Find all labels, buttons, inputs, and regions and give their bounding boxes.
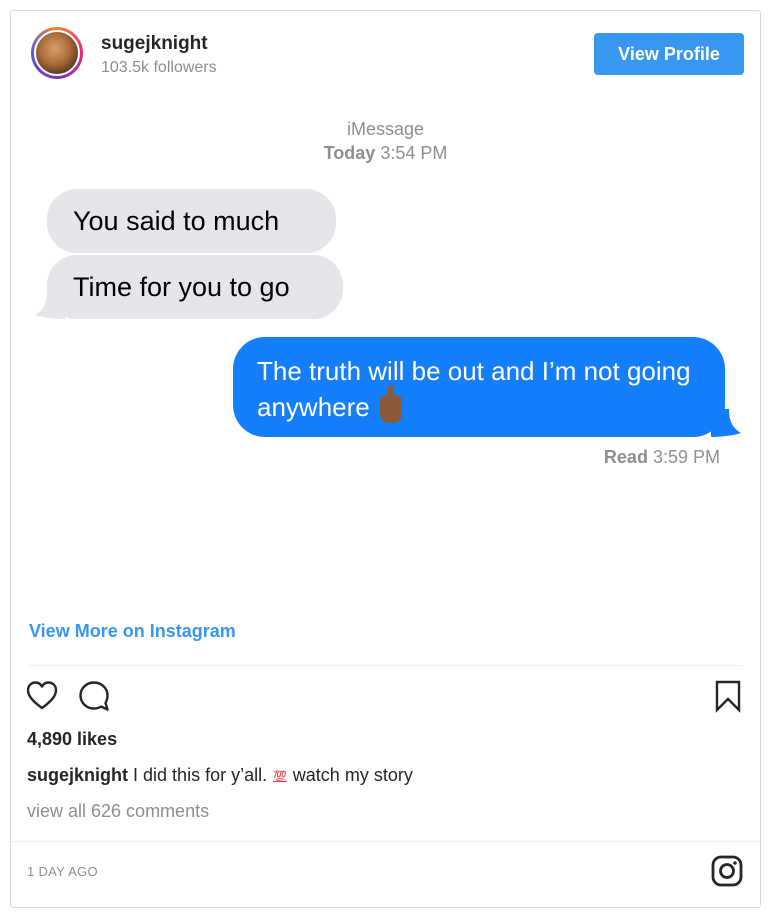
post-header: sugejknight 103.5k followers View Profil…	[11, 11, 760, 91]
imessage-screenshot: iMessage Today 3:54 PM You said to much …	[11, 91, 760, 621]
avatar-image	[34, 30, 80, 76]
bubble-tail-left	[35, 291, 65, 319]
view-more-on-instagram-link[interactable]: View More on Instagram	[29, 621, 236, 642]
view-all-comments-link[interactable]: view all 626 comments	[27, 801, 209, 822]
message-text: You said to much	[73, 205, 280, 236]
hundred-emoji: 💯	[273, 770, 287, 783]
divider	[29, 665, 742, 666]
instagram-embed-card: sugejknight 103.5k followers View Profil…	[10, 10, 761, 908]
read-receipt: Read 3:59 PM	[604, 447, 720, 468]
follower-count: 103.5k followers	[101, 59, 217, 76]
username[interactable]: sugejknight	[101, 33, 208, 55]
bubble-tail-right	[711, 409, 741, 437]
incoming-message-bubble: You said to much	[47, 189, 336, 253]
post-timestamp: 1 DAY AGO	[27, 864, 98, 879]
heart-icon[interactable]	[25, 679, 59, 713]
message-timestamp: Today 3:54 PM	[11, 143, 760, 164]
middle-finger-emoji	[379, 385, 402, 424]
read-time: 3:59 PM	[652, 447, 720, 467]
message-text: Time for you to go	[73, 271, 290, 302]
timestamp-day: Today	[323, 143, 376, 163]
view-profile-button[interactable]: View Profile	[594, 33, 744, 75]
incoming-message-bubble: Time for you to go	[47, 255, 343, 319]
caption-text: I did this for y’all.	[133, 765, 268, 785]
post-caption: sugejknight I did this for y’all. 💯 watch …	[27, 765, 413, 786]
avatar[interactable]	[31, 27, 83, 79]
caption-text: watch my story	[292, 765, 413, 785]
outgoing-message-bubble: The truth will be out and I’m not going …	[233, 337, 725, 437]
message-text: The truth will be out and I’m not going …	[257, 356, 691, 422]
imessage-label: iMessage	[346, 119, 425, 139]
instagram-icon[interactable]	[710, 854, 744, 888]
timestamp-time: 3:54 PM	[380, 143, 448, 163]
like-count[interactable]: 4,890 likes	[27, 729, 117, 750]
action-bar	[25, 679, 745, 715]
caption-username[interactable]: sugejknight	[27, 765, 128, 785]
comment-icon[interactable]	[77, 679, 111, 713]
read-status: Read	[603, 447, 648, 467]
divider	[11, 841, 760, 842]
bookmark-icon[interactable]	[711, 679, 745, 713]
